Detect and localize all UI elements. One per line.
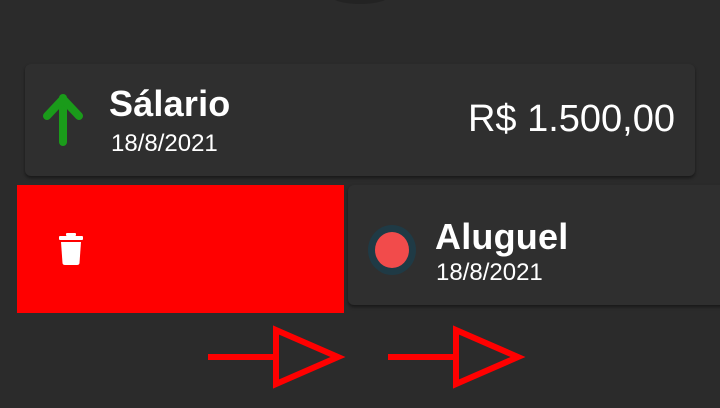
transaction-amount: R$ 1.500,00 [467,98,675,140]
arrow-right-icon [388,325,526,389]
transaction-date: 18/8/2021 [436,259,543,286]
arrow-right-icon [208,325,346,389]
arrow-up-icon [43,94,83,146]
top-edge-shadow [330,0,390,4]
transaction-date: 18/8/2021 [111,130,218,157]
trash-icon[interactable] [59,233,83,265]
transaction-card-expense[interactable]: Aluguel 18/8/2021 [348,185,720,305]
transaction-title: Sálario [109,83,231,124]
swipe-delete-background[interactable] [17,185,344,313]
transaction-title: Aluguel [435,216,569,257]
transaction-card-income[interactable]: Sálario 18/8/2021 R$ 1.500,00 [25,64,695,176]
red-dot-icon [368,225,416,275]
